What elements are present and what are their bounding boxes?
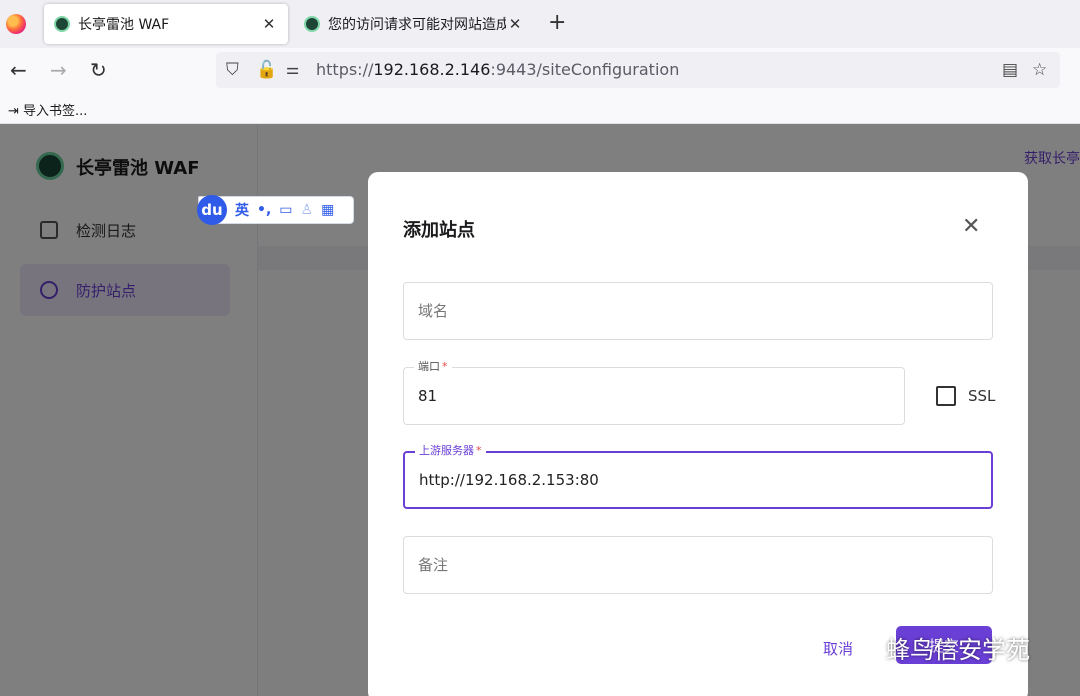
waf-favicon-icon [304, 16, 320, 32]
checkbox-icon[interactable] [936, 386, 956, 406]
tab-title: 长亭雷池 WAF [78, 17, 170, 33]
lock-warning-icon[interactable]: 🔓 [256, 60, 277, 80]
ime-mode[interactable]: 英 [235, 200, 249, 220]
tab-blocked[interactable]: 您的访问请求可能对网站造成安 ✕ [294, 4, 534, 44]
note-input[interactable] [404, 537, 992, 593]
port-input[interactable] [404, 368, 904, 424]
bookmarks-toolbar: ⇥ 导入书签... [0, 94, 1080, 124]
note-field[interactable] [403, 536, 993, 594]
close-icon[interactable]: ✕ [962, 214, 980, 239]
ime-user-icon[interactable]: ♙ [301, 202, 314, 218]
forward-arrow-icon[interactable]: → [50, 58, 67, 82]
port-label: 端口 * [414, 359, 452, 375]
upstream-label: 上游服务器 * [415, 443, 486, 459]
ssl-checkbox[interactable]: SSL [936, 386, 995, 406]
browser-tab-bar: 长亭雷池 WAF ✕ 您的访问请求可能对网站造成安 ✕ + [0, 0, 1080, 48]
import-bookmarks-link[interactable]: ⇥ 导入书签... [8, 100, 87, 119]
close-icon[interactable]: ✕ [260, 15, 278, 33]
back-arrow-icon[interactable]: ← [10, 58, 27, 82]
ssl-label: SSL [968, 387, 996, 405]
firefox-logo-icon[interactable] [6, 14, 26, 34]
shield-icon[interactable]: ⛉ [226, 60, 239, 80]
dialog-title: 添加站点 [403, 220, 475, 241]
ime-skin-icon[interactable]: ▭ [279, 202, 292, 218]
tab-title: 您的访问请求可能对网站造成安 [328, 17, 506, 33]
ime-logo[interactable]: du [197, 195, 227, 225]
ime-punct[interactable]: •, [257, 202, 271, 218]
reload-icon[interactable]: ↻ [90, 58, 107, 82]
upstream-input[interactable] [405, 453, 991, 507]
url-text[interactable]: https://192.168.2.146:9443/siteConfigura… [316, 60, 679, 79]
port-field[interactable]: 端口 * [403, 359, 905, 425]
ime-grid-icon[interactable]: ▦ [321, 202, 334, 218]
permissions-icon[interactable]: ⚌ [286, 60, 299, 78]
domain-input[interactable] [404, 283, 992, 339]
watermark-text: 蜂鸟信安学苑 [886, 636, 1030, 664]
reader-view-icon[interactable]: ▤ [1002, 60, 1018, 80]
domain-field[interactable] [403, 282, 993, 340]
bookmark-star-icon[interactable]: ☆ [1032, 60, 1047, 80]
url-bar[interactable]: ⛉ 🔓 ⚌ https://192.168.2.146:9443/siteCon… [216, 52, 1060, 88]
wechat-icon [836, 632, 876, 663]
upstream-field[interactable]: 上游服务器 * [403, 443, 993, 509]
waf-favicon-icon [54, 16, 70, 32]
new-tab-plus-icon[interactable]: + [548, 12, 566, 34]
watermark: 蜂鸟信安学苑 [836, 630, 1030, 665]
ime-toolbar[interactable]: du 英 •, ▭ ♙ ▦ [197, 195, 354, 225]
close-icon[interactable]: ✕ [506, 15, 524, 33]
add-site-dialog: 添加站点 ✕ 端口* SSL 上游服务器* 取消 提交 [368, 172, 1028, 696]
tab-waf[interactable]: 长亭雷池 WAF ✕ [44, 4, 288, 44]
